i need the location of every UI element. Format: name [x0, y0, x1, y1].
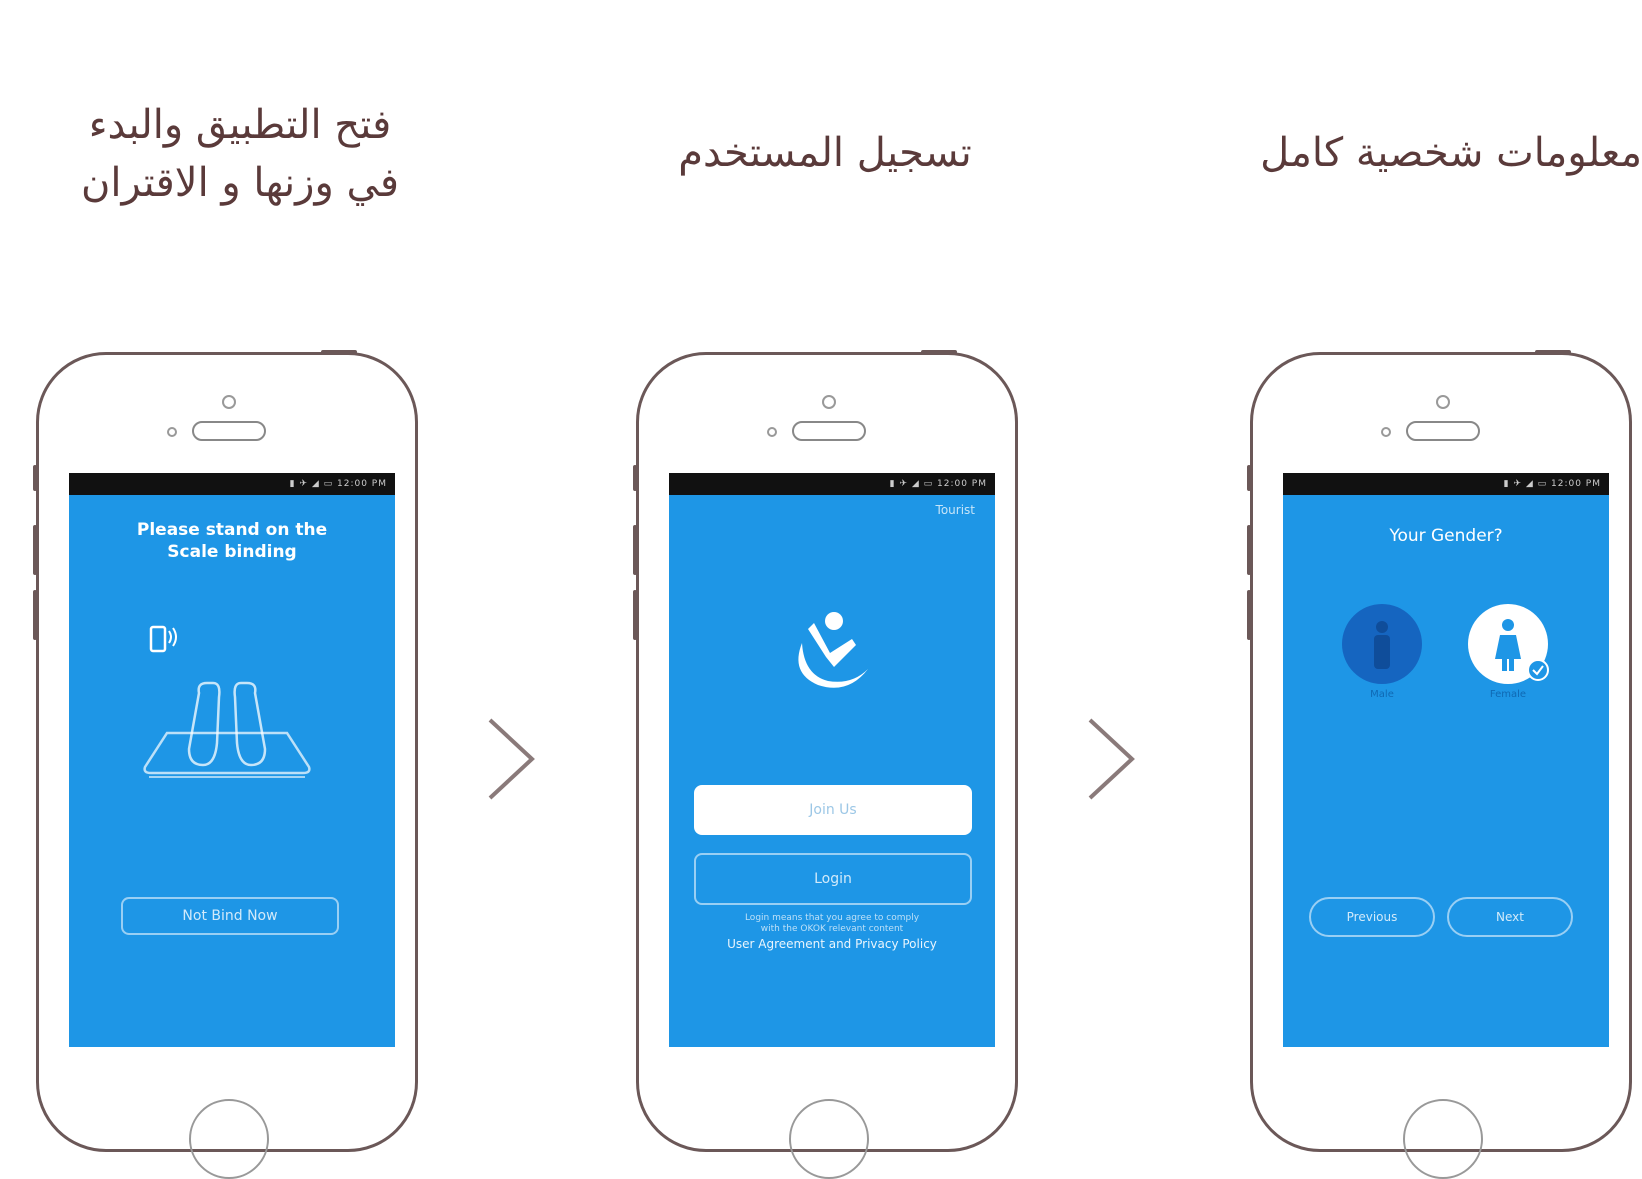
female-option[interactable]: Female: [1467, 603, 1549, 700]
male-icon: [1342, 604, 1422, 684]
male-option[interactable]: Male: [1341, 603, 1423, 700]
status-bar: ▮ ✈ ◢ ▭ 12:00 PM: [669, 473, 995, 495]
legal-text-line1: Login means that you agree to comply: [744, 913, 920, 923]
scale-binding-title-line1: Please stand on the: [136, 520, 328, 540]
step1-caption: فتح التطبيق والبدء في وزنها و الاقتران: [5, 96, 475, 212]
legal-text-line2: with the OKOK relevant content: [760, 924, 904, 934]
gender-title: Your Gender?: [1389, 526, 1503, 546]
home-button[interactable]: [789, 1099, 869, 1179]
not-bind-now-button[interactable]: Not Bind Now: [121, 897, 339, 935]
scale-binding-title-line2: Scale binding: [167, 542, 297, 562]
phone-frame-3: ▮ ✈ ◢ ▭ 12:00 PM Your Gender? Male Femal…: [1247, 350, 1632, 1179]
check-icon: [1527, 659, 1549, 681]
chevron-right-icon: [488, 718, 535, 800]
scale-feet-icon: [143, 681, 311, 778]
login-button[interactable]: Login: [694, 853, 972, 905]
step2-caption-line1: تسجيل المستخدم: [678, 130, 972, 176]
scale-binding-title: Please stand on the Scale binding: [69, 519, 395, 563]
user-agreement-link[interactable]: User Agreement and Privacy Policy: [689, 937, 975, 951]
status-bar: ▮ ✈ ◢ ▭ 12:00 PM: [69, 473, 395, 495]
step1-caption-line2: في وزنها و الاقتران: [81, 160, 399, 206]
join-us-button[interactable]: Join Us: [694, 785, 972, 835]
speaker-grille: [1406, 421, 1480, 441]
legal-text: Login means that you agree to comply wit…: [689, 913, 975, 935]
home-button[interactable]: [189, 1099, 269, 1179]
chevron-right-icon: [1088, 718, 1135, 800]
previous-button[interactable]: Previous: [1309, 897, 1435, 937]
speaker-grille: [792, 421, 866, 441]
step1-caption-line1: فتح التطبيق والبدء: [88, 102, 392, 148]
screen-registration: ▮ ✈ ◢ ▭ 12:00 PM Tourist Join Us Login L…: [669, 473, 995, 1047]
screen-scale-binding: ▮ ✈ ◢ ▭ 12:00 PM Please stand on the Sca…: [69, 473, 395, 1047]
status-bar: ▮ ✈ ◢ ▭ 12:00 PM: [1283, 473, 1609, 495]
step3-caption: معلومات شخصية كامل: [1215, 124, 1642, 182]
phone-frame-2: ▮ ✈ ◢ ▭ 12:00 PM Tourist Join Us Login L…: [633, 350, 1018, 1179]
home-button[interactable]: [1403, 1099, 1483, 1179]
female-label: Female: [1489, 689, 1527, 700]
phone-signal-icon: [149, 625, 177, 653]
step2-caption: تسجيل المستخدم: [625, 124, 1025, 182]
camera-icon: [1436, 395, 1450, 409]
next-button[interactable]: Next: [1447, 897, 1573, 937]
camera-icon: [222, 395, 236, 409]
app-logo-icon: [798, 612, 868, 688]
tourist-link[interactable]: Tourist: [936, 503, 975, 517]
screen-gender: ▮ ✈ ◢ ▭ 12:00 PM Your Gender? Male Femal…: [1283, 473, 1609, 1047]
step3-caption-line1: معلومات شخصية كامل: [1260, 130, 1642, 176]
speaker-grille: [192, 421, 266, 441]
camera-icon: [822, 395, 836, 409]
phone-frame-1: ▮ ✈ ◢ ▭ 12:00 PM Please stand on the Sca…: [33, 350, 418, 1179]
male-label: Male: [1370, 689, 1394, 700]
